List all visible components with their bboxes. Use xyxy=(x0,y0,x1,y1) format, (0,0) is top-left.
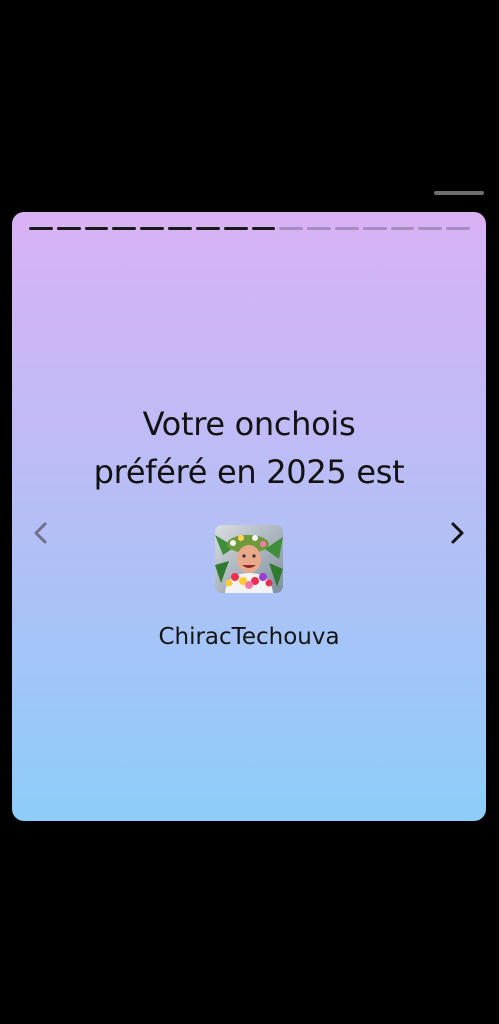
story-title: Votre onchois préféré en 2025 est xyxy=(12,400,486,496)
progress-segment xyxy=(307,227,331,230)
progress-segment xyxy=(418,227,443,230)
progress-segment xyxy=(56,227,81,230)
progress-segment xyxy=(362,227,387,230)
progress-segment xyxy=(168,227,192,230)
story-progress-bar xyxy=(29,227,470,231)
user-avatar-photo xyxy=(215,525,283,593)
progress-segment xyxy=(140,227,165,230)
progress-segment xyxy=(84,227,109,230)
drag-handle[interactable] xyxy=(434,191,484,195)
previous-button[interactable] xyxy=(26,518,56,548)
chevron-left-icon xyxy=(34,522,47,544)
progress-segment xyxy=(446,227,470,230)
avatar[interactable] xyxy=(215,525,283,593)
next-button[interactable] xyxy=(442,518,472,548)
chevron-right-icon xyxy=(451,522,464,544)
progress-segment xyxy=(112,227,137,230)
story-title-line-1: Votre onchois xyxy=(142,405,356,443)
progress-segment xyxy=(251,227,276,230)
progress-segment xyxy=(279,227,304,230)
story-title-line-2: préféré en 2025 est xyxy=(93,453,405,491)
username-label: ChiracTechouva xyxy=(158,624,340,650)
story-screen: Votre onchois préféré en 2025 est Chirac… xyxy=(0,0,499,1024)
progress-segment xyxy=(195,227,220,230)
progress-segment xyxy=(334,227,359,230)
progress-segment xyxy=(29,227,53,230)
progress-segment xyxy=(390,227,415,230)
progress-segment xyxy=(223,227,248,230)
story-card: Votre onchois préféré en 2025 est Chirac… xyxy=(12,212,486,821)
